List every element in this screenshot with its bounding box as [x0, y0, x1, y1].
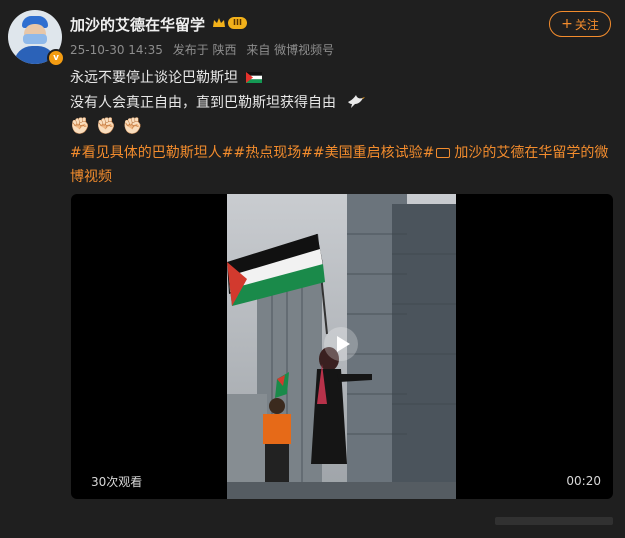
level-label: III	[228, 17, 247, 29]
video-link-icon	[436, 148, 451, 158]
verified-badge-icon: v	[47, 49, 65, 67]
post-text-line-1: 永远不要停止谈论巴勒斯坦	[70, 67, 263, 87]
post-source[interactable]: 来自 微博视频号	[246, 43, 334, 57]
post-text-2: 没有人会真正自由，直到巴勒斯坦获得自由	[70, 95, 336, 111]
username[interactable]: 加沙的艾德在华留学	[70, 14, 205, 35]
watermark	[495, 517, 613, 525]
hashtag-links[interactable]: #看见具体的巴勒斯坦人##热点现场##美国重启核试验#	[70, 145, 434, 161]
member-level-badge[interactable]: III	[212, 17, 247, 29]
video-duration: 00:20	[566, 474, 601, 488]
video-player[interactable]: 30次观看 00:20	[71, 194, 613, 499]
post-text-1: 永远不要停止谈论巴勒斯坦	[70, 70, 238, 86]
dove-icon	[348, 95, 366, 108]
follow-label: 关注	[574, 17, 599, 32]
fist-emojis: ✊🏻 ✊🏻 ✊🏻	[70, 116, 145, 135]
palestine-flag-icon	[246, 72, 263, 83]
post-location: 发布于 陕西	[172, 43, 237, 57]
plus-icon: +	[561, 16, 573, 32]
crown-icon	[213, 18, 225, 27]
hashtags: #看见具体的巴勒斯坦人##热点现场##美国重启核试验# 加沙的艾德在华留学的微博视…	[70, 141, 615, 189]
view-count: 30次观看	[91, 475, 143, 489]
post-date: 25-10-30 14:35	[70, 43, 163, 57]
play-button[interactable]	[324, 327, 358, 361]
fist-emoji: ✊🏻	[70, 116, 90, 135]
post-text-line-2: 没有人会真正自由，直到巴勒斯坦获得自由	[70, 92, 366, 112]
post-meta: 25-10-30 14:35 发布于 陕西 来自 微博视频号	[70, 41, 340, 58]
follow-button[interactable]: + 关注	[549, 11, 611, 37]
fist-emoji: ✊🏻	[96, 116, 117, 135]
fist-emoji: ✊🏻	[122, 116, 143, 135]
